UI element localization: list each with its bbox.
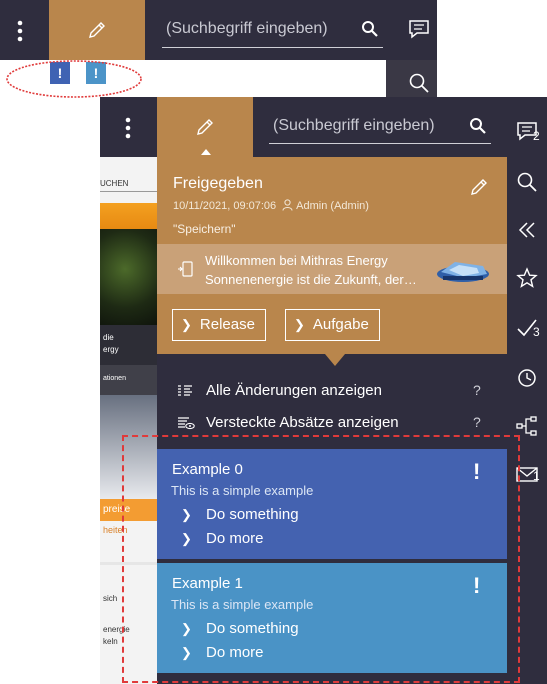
edit-tab[interactable] (157, 97, 253, 157)
site-text: ationen (103, 375, 126, 382)
sidebar-item-tasks[interactable]: 3 (507, 309, 547, 345)
site-nav-text: UCHEN (100, 179, 129, 188)
status-action: "Speichern" (173, 222, 236, 236)
active-tab-caret (201, 149, 211, 155)
status-date: 10/11/2021, 09:07:06 (173, 200, 277, 212)
release-button[interactable]: ❯ Release (172, 309, 266, 341)
site-banner (100, 203, 157, 229)
user-icon (282, 199, 293, 211)
search-icon[interactable] (469, 117, 487, 135)
status-card: Freigegeben 10/11/2021, 09:07:06 Admin (A… (157, 157, 507, 366)
site-text: sich (103, 594, 118, 603)
release-button-label: Release (199, 316, 255, 333)
annotation-ellipse (6, 60, 142, 98)
comments-count-badge: 2 (533, 129, 540, 143)
search-placeholder: (Suchbegriff eingeben) (273, 117, 435, 134)
collapse-left-icon (518, 222, 535, 238)
toolbar: (Suchbegriff eingeben) (100, 97, 507, 157)
star-icon (516, 267, 538, 288)
messages-count-badge: 1 (533, 469, 540, 483)
search-icon[interactable] (408, 72, 430, 94)
page-link-icon (178, 261, 193, 277)
status-user: Admin (Admin) (296, 200, 369, 212)
site-teaser: die ergy (100, 325, 157, 365)
comment-icon[interactable] (408, 19, 430, 44)
option-label: Versteckte Absätze anzeigen (206, 414, 399, 431)
pencil-icon (197, 119, 213, 135)
page-teaser: Sonnenenergie ist die Zukunft, der… (205, 272, 417, 287)
search-field[interactable]: (Suchbegriff eingeben) (269, 108, 491, 144)
help-icon[interactable]: ? (473, 414, 481, 430)
page-title: Willkommen bei Mithras Energy (205, 253, 388, 268)
site-hero-image (100, 229, 157, 325)
clock-icon (518, 369, 536, 387)
background-sidebar (386, 60, 437, 98)
search-placeholder: (Suchbegriff eingeben) (166, 20, 328, 37)
edit-tab[interactable] (49, 0, 145, 60)
chevron-right-icon: ❯ (181, 317, 192, 332)
sitemap-icon (516, 416, 537, 436)
status-meta: 10/11/2021, 09:07:06 Admin (Admin) (173, 199, 369, 212)
annotation-rectangle (122, 435, 520, 683)
tasks-count-badge: 3 (533, 325, 540, 339)
show-all-changes-option[interactable]: Alle Änderungen anzeigen ? (157, 377, 507, 405)
chevron-right-icon: ❯ (294, 317, 305, 332)
sidebar-item-favorites[interactable] (507, 259, 547, 295)
site-text: ergy (103, 345, 119, 354)
sidebar-item-search[interactable] (507, 163, 547, 199)
changes-list-icon (178, 385, 192, 396)
hidden-paragraphs-icon (178, 417, 195, 430)
site-text: die (103, 333, 114, 342)
sidebar-item-comments[interactable]: 2 (507, 113, 547, 149)
divider (100, 191, 157, 192)
page-thumbnail (437, 262, 489, 282)
page-preview-row[interactable]: Willkommen bei Mithras Energy Sonnenener… (157, 244, 507, 294)
search-icon[interactable] (361, 20, 379, 38)
more-vertical-icon[interactable] (118, 115, 138, 146)
site-text: keln (103, 637, 118, 646)
task-button-label: Aufgabe (312, 316, 369, 333)
status-title: Freigegeben (173, 175, 263, 192)
sidebar-item-history[interactable] (507, 359, 547, 395)
pencil-icon[interactable] (469, 177, 489, 197)
pencil-icon (89, 22, 105, 38)
background-search-field[interactable]: (Suchbegriff eingeben) (162, 10, 383, 48)
site-teaser: ationen (100, 365, 157, 395)
task-button[interactable]: ❯ Aufgabe (285, 309, 380, 341)
option-label: Alle Änderungen anzeigen (206, 382, 382, 399)
card-pointer (325, 354, 345, 366)
search-icon (517, 172, 537, 192)
sidebar-item-collapse[interactable] (507, 211, 547, 247)
help-icon[interactable]: ? (473, 382, 481, 398)
show-hidden-paragraphs-option[interactable]: Versteckte Absätze anzeigen ? (157, 409, 507, 437)
more-vertical-icon[interactable] (10, 18, 30, 44)
